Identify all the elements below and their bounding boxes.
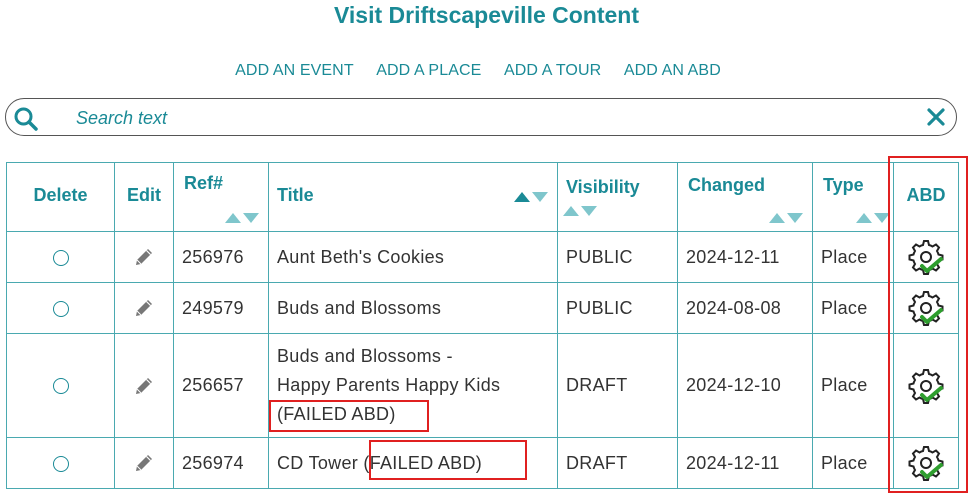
- col-delete-header: Delete: [6, 162, 115, 232]
- ref-cell: 256974: [173, 437, 269, 489]
- title-cell: Buds and Blossoms: [268, 282, 558, 334]
- delete-cell: [6, 231, 115, 283]
- delete-radio[interactable]: [52, 378, 69, 395]
- add-tour-link[interactable]: ADD A TOUR: [504, 62, 601, 79]
- changed-cell: 2024-12-10: [677, 333, 813, 438]
- search-input[interactable]: [74, 105, 898, 131]
- delete-cell: [6, 333, 115, 438]
- title-cell: CD Tower (FAILED ABD): [268, 437, 558, 489]
- edit-cell: [114, 333, 174, 438]
- title-line: Happy Parents Happy Kids: [277, 375, 501, 395]
- visibility-cell: PUBLIC: [557, 282, 678, 334]
- changed-cell: 2024-12-11: [677, 437, 813, 489]
- type-cell: Place: [812, 231, 894, 283]
- col-title-header[interactable]: Title: [268, 162, 558, 232]
- table-row: 256974 CD Tower (FAILED ABD) DRAFT 2024-…: [6, 437, 959, 489]
- abd-cell: [893, 231, 959, 283]
- gear-check-icon[interactable]: [908, 290, 944, 326]
- sort-arrows-icon[interactable]: [768, 212, 804, 224]
- edit-cell: [114, 231, 174, 283]
- pencil-icon[interactable]: [132, 374, 156, 398]
- edit-cell: [114, 437, 174, 489]
- col-changed-header[interactable]: Changed: [677, 162, 813, 232]
- ref-cell: 249579: [173, 282, 269, 334]
- gear-check-icon[interactable]: [908, 445, 944, 481]
- search-bar: [5, 98, 957, 136]
- failed-abd-label: (FAILED ABD): [363, 452, 483, 473]
- delete-radio[interactable]: [52, 455, 69, 472]
- failed-abd-label: (FAILED ABD): [277, 404, 396, 424]
- add-content-nav: ADD AN EVENT ADD A PLACE ADD A TOUR ADD …: [0, 62, 956, 80]
- search-icon[interactable]: [13, 106, 39, 132]
- changed-cell: 2024-08-08: [677, 282, 813, 334]
- abd-cell: [893, 333, 959, 438]
- pencil-icon[interactable]: [132, 296, 156, 320]
- table-row: 256976 Aunt Beth's Cookies PUBLIC 2024-1…: [6, 231, 959, 283]
- title-cell: Aunt Beth's Cookies: [268, 231, 558, 283]
- type-cell: Place: [812, 333, 894, 438]
- edit-cell: [114, 282, 174, 334]
- col-visibility-header[interactable]: Visibility: [557, 162, 678, 232]
- sort-arrows-icon[interactable]: [224, 212, 260, 224]
- ref-cell: 256976: [173, 231, 269, 283]
- add-event-link[interactable]: ADD AN EVENT: [235, 62, 354, 79]
- table-row: 249579 Buds and Blossoms PUBLIC 2024-08-…: [6, 282, 959, 334]
- gear-check-icon[interactable]: [908, 239, 944, 275]
- changed-cell: 2024-12-11: [677, 231, 813, 283]
- add-abd-link[interactable]: ADD AN ABD: [624, 62, 721, 79]
- pencil-icon[interactable]: [132, 245, 156, 269]
- sort-arrows-icon[interactable]: [513, 191, 549, 203]
- col-abd-header: ABD: [893, 162, 959, 232]
- abd-cell: [893, 437, 959, 489]
- type-cell: Place: [812, 282, 894, 334]
- delete-radio[interactable]: [52, 300, 69, 317]
- title-cell: Buds and Blossoms - Happy Parents Happy …: [268, 333, 558, 438]
- abd-cell: [893, 282, 959, 334]
- delete-cell: [6, 437, 115, 489]
- add-place-link[interactable]: ADD A PLACE: [376, 62, 481, 79]
- visibility-cell: DRAFT: [557, 437, 678, 489]
- visibility-cell: DRAFT: [557, 333, 678, 438]
- table-header-row: Delete Edit Ref# Title Visibility Change…: [6, 162, 959, 232]
- sort-arrows-icon[interactable]: [562, 205, 598, 217]
- col-type-header[interactable]: Type: [812, 162, 894, 232]
- content-table: Delete Edit Ref# Title Visibility Change…: [6, 162, 959, 489]
- col-edit-header: Edit: [114, 162, 174, 232]
- pencil-icon[interactable]: [132, 451, 156, 475]
- delete-cell: [6, 282, 115, 334]
- visibility-cell: PUBLIC: [557, 231, 678, 283]
- title-text: CD Tower: [277, 452, 359, 473]
- col-ref-header[interactable]: Ref#: [173, 162, 269, 232]
- delete-radio[interactable]: [52, 249, 69, 266]
- title-line: Buds and Blossoms -: [277, 346, 453, 366]
- table-row: 256657 Buds and Blossoms - Happy Parents…: [6, 333, 959, 438]
- gear-check-icon[interactable]: [908, 368, 944, 404]
- ref-cell: 256657: [173, 333, 269, 438]
- sort-arrows-icon[interactable]: [855, 212, 891, 224]
- close-icon[interactable]: [926, 107, 946, 127]
- type-cell: Place: [812, 437, 894, 489]
- page-title: Visit Driftscapeville Content: [333, 2, 640, 28]
